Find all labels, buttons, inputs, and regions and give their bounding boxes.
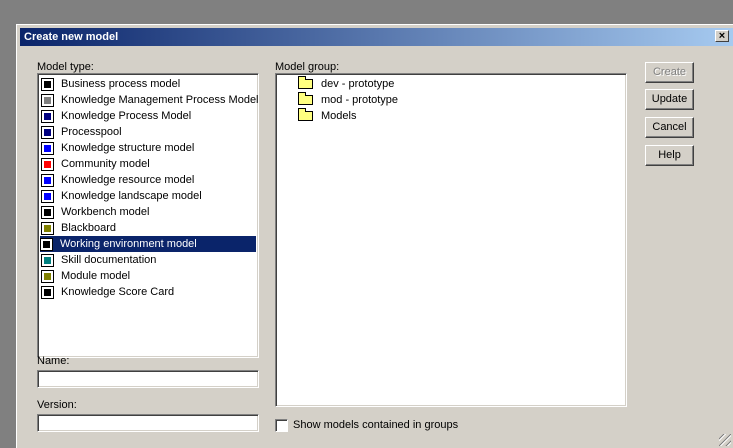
model-type-item-label: Knowledge structure model [61,142,195,154]
model-type-item[interactable]: Knowledge resource model [41,172,196,188]
model-group-item-label: mod - prototype [321,94,399,106]
model-type-item[interactable]: Knowledge Score Card [41,284,176,300]
model-type-item-label: Blackboard [61,222,117,234]
cancel-button[interactable]: Cancel [645,117,694,138]
knowledge-process-icon [41,109,54,123]
model-type-item-label: Skill documentation [61,254,157,266]
model-type-item-label: Business process model [61,78,181,90]
version-label: Version: [37,399,77,411]
model-group-item[interactable]: mod - prototype [298,92,398,108]
model-type-item-label: Processpool [61,126,122,138]
close-icon: × [718,30,726,42]
title-bar[interactable]: Create new model [20,28,733,46]
model-type-label: Model type: [37,61,94,73]
folder-icon [298,76,313,89]
name-input[interactable] [37,370,259,388]
model-group-item-label: dev - prototype [321,78,395,90]
model-type-item-label: Workbench model [61,206,150,218]
create-model-dialog: Create new model × Model type: Business … [16,24,733,448]
resource-icon [41,173,54,187]
model-type-item[interactable]: Knowledge Process Model [41,108,193,124]
model-group-item-label: Models [321,110,357,122]
model-type-list[interactable]: Business process model Knowledge Manageme… [37,73,259,358]
module-icon [41,269,54,283]
update-button[interactable]: Update [645,89,694,110]
dialog-title: Create new model [24,31,119,43]
community-icon [41,157,54,171]
model-type-item[interactable]: Knowledge Management Process Model [41,92,259,108]
model-type-item-label: Working environment model [60,238,197,250]
process-icon [41,93,54,107]
skill-icon [41,253,54,267]
model-type-item[interactable]: Workbench model [41,204,151,220]
show-models-label[interactable]: Show models contained in groups [293,419,458,431]
scorecard-icon [41,285,54,299]
model-type-item[interactable]: Knowledge structure model [41,140,196,156]
model-type-item-label: Knowledge Score Card [61,286,175,298]
model-type-item-label: Knowledge Management Process Model [61,94,259,106]
processpool-icon [41,125,54,139]
model-group-tree[interactable]: dev - prototype mod - prototype Models [275,73,627,407]
model-group-label: Model group: [275,61,340,73]
help-button[interactable]: Help [645,145,694,166]
show-models-checkbox[interactable] [275,419,288,432]
model-type-item-label: Knowledge landscape model [61,190,202,202]
blackboard-icon [41,221,54,235]
model-group-item[interactable]: Models [298,108,356,124]
model-type-item[interactable]: Knowledge landscape model [41,188,204,204]
folder-icon [298,92,313,105]
close-button[interactable]: × [715,30,729,42]
model-type-item-label: Knowledge resource model [61,174,195,186]
working-environment-icon [40,237,53,251]
model-type-item[interactable]: Working environment model [40,236,256,252]
model-type-item[interactable]: Blackboard [41,220,118,236]
create-button[interactable]: Create [645,62,694,83]
structure-icon [41,141,54,155]
workbench-icon [41,205,54,219]
model-type-item[interactable]: Processpool [41,124,124,140]
resize-grip[interactable] [719,434,731,446]
folder-icon [298,108,313,121]
name-label: Name: [37,355,70,367]
model-type-item-label: Community model [61,158,150,170]
model-type-item[interactable]: Business process model [41,76,182,92]
model-group-item[interactable]: dev - prototype [298,76,394,92]
triangle-icon [41,77,54,91]
model-type-item[interactable]: Module model [41,268,132,284]
model-type-item-label: Knowledge Process Model [61,110,192,122]
model-type-item-label: Module model [61,270,131,282]
model-type-item[interactable]: Skill documentation [41,252,158,268]
landscape-icon [41,189,54,203]
version-input[interactable] [37,414,259,432]
model-type-item[interactable]: Community model [41,156,152,172]
